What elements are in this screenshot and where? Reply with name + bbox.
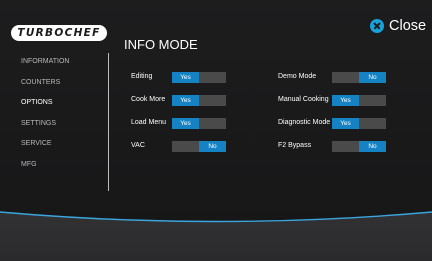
close-label: Close — [389, 18, 427, 34]
bottom-band-fill — [0, 212, 432, 261]
menu-item-information[interactable]: INFORMATION — [21, 58, 69, 65]
menu-item-counters[interactable]: COUNTERS — [21, 79, 60, 86]
toggle-off-side — [332, 141, 359, 152]
toggle-off-side — [199, 72, 226, 83]
menu-item-service[interactable]: SERVICE — [21, 140, 52, 147]
turbochef-logo: TURBOCHEF — [11, 25, 107, 41]
logo-text: TURBOCHEF — [17, 27, 101, 39]
menu-item-options[interactable]: OPTIONS — [21, 99, 53, 106]
toggle-no: No — [359, 72, 386, 83]
toggle-off-side — [172, 141, 199, 152]
toggle-demo-mode[interactable]: No — [332, 72, 386, 83]
toggle-off-side — [359, 95, 386, 106]
toggle-editing[interactable]: Yes — [172, 72, 226, 83]
page-title: INFO MODE — [124, 37, 198, 52]
close-button[interactable]: Close — [370, 18, 426, 34]
option-label-manual-cooking: Manual Cooking — [278, 96, 329, 103]
option-label-vac: VAC — [131, 142, 145, 149]
bottom-band — [0, 211, 432, 261]
toggle-yes: Yes — [332, 118, 359, 129]
toggle-vac[interactable]: No — [172, 141, 226, 152]
option-label-diagnostic-mode: Diagnostic Mode — [278, 119, 331, 126]
toggle-diagnostic-mode[interactable]: Yes — [332, 118, 386, 129]
toggle-cook-more[interactable]: Yes — [172, 95, 226, 106]
option-label-demo-mode: Demo Mode — [278, 73, 317, 80]
toggle-manual-cooking[interactable]: Yes — [332, 95, 386, 106]
info-mode-screen: TURBOCHEF INFO MODE Close INFORMATION CO… — [0, 0, 432, 261]
option-label-load-menu: Load Menu — [131, 119, 167, 126]
toggle-off-side — [199, 118, 226, 129]
close-icon[interactable] — [370, 19, 384, 33]
toggle-yes: Yes — [172, 95, 199, 106]
toggle-yes: Yes — [172, 72, 199, 83]
option-label-editing: Editing — [131, 73, 153, 80]
toggle-off-side — [332, 72, 359, 83]
toggle-load-menu[interactable]: Yes — [172, 118, 226, 129]
toggle-f2-bypass[interactable]: No — [332, 141, 386, 152]
option-label-f2-bypass: F2 Bypass — [278, 142, 312, 149]
toggle-yes: Yes — [172, 118, 199, 129]
menu-divider — [108, 53, 109, 191]
menu-item-mfg[interactable]: MFG — [21, 161, 37, 168]
toggle-no: No — [359, 141, 386, 152]
toggle-off-side — [199, 95, 226, 106]
option-label-cook-more: Cook More — [131, 96, 166, 103]
menu-item-settings[interactable]: SETTINGS — [21, 120, 56, 127]
toggle-no: No — [199, 141, 226, 152]
toggle-off-side — [359, 118, 386, 129]
toggle-yes: Yes — [332, 95, 359, 106]
